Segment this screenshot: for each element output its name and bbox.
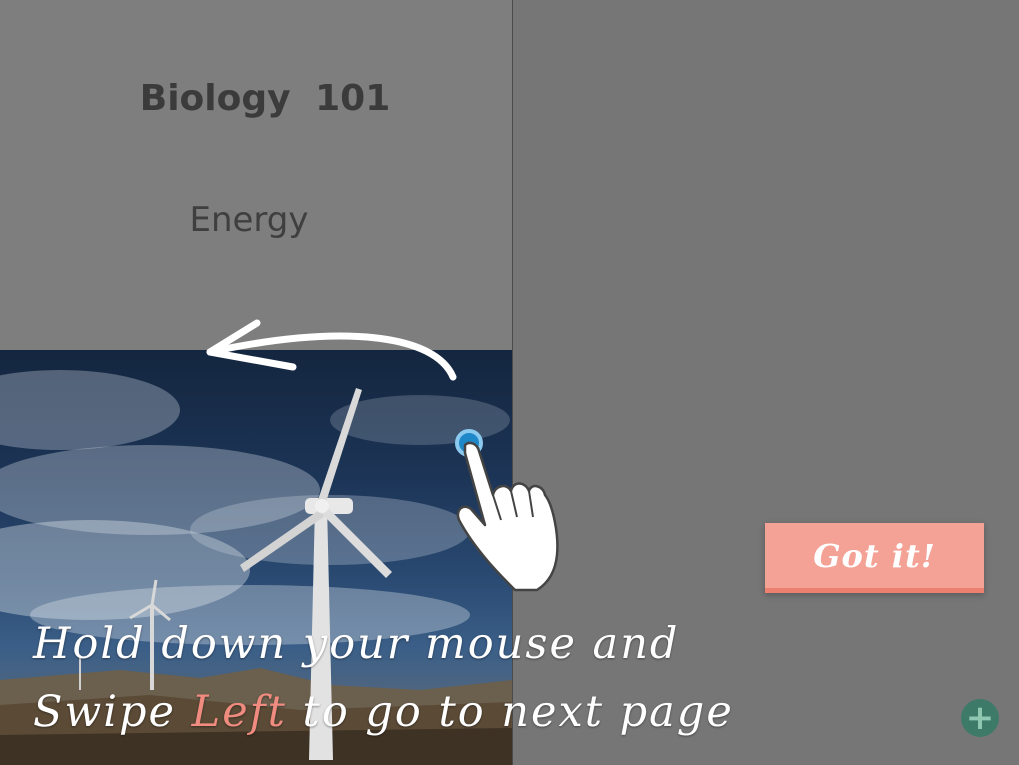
- instruction-line-1: Hold down your mouse and: [33, 619, 680, 669]
- instruction-line-2: Swipe Left to go to next page: [33, 678, 933, 746]
- instruction-suffix: to go to next page: [286, 687, 734, 737]
- instruction-accent-left: Left: [191, 687, 287, 737]
- got-it-button[interactable]: Got it!: [765, 523, 984, 593]
- tutorial-instructions: Hold down your mouse and Swipe Left to g…: [33, 610, 933, 746]
- pointing-hand-icon: [445, 425, 570, 599]
- book-title: Biology 101: [139, 78, 391, 119]
- swipe-left-arrow-icon: [195, 315, 465, 399]
- instruction-prefix: Swipe: [33, 687, 192, 737]
- plus-icon: +: [965, 698, 995, 738]
- chapter-subtitle: Energy: [189, 200, 309, 240]
- add-page-button[interactable]: +: [961, 699, 999, 737]
